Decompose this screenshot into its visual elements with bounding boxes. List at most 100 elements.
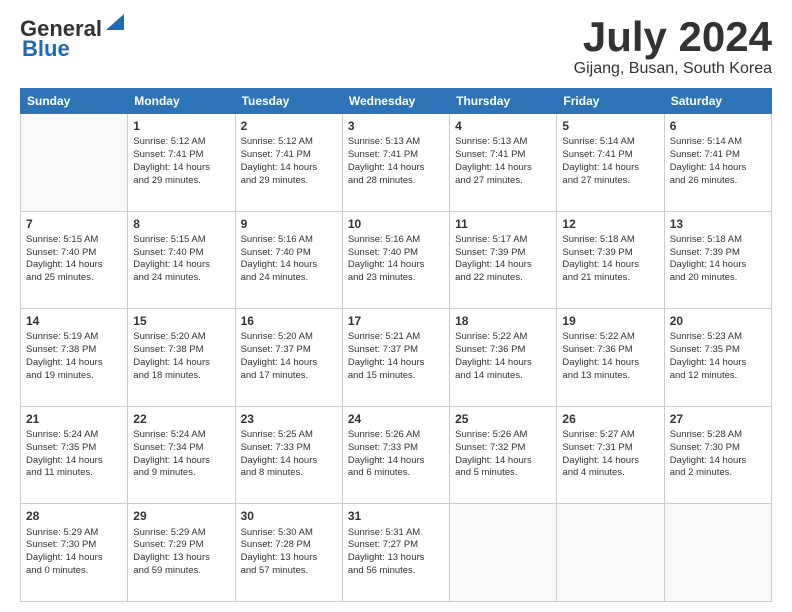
day-number: 7 <box>26 216 122 232</box>
day-info: Sunset: 7:28 PM <box>241 539 337 552</box>
table-row <box>21 114 128 212</box>
day-info: Sunrise: 5:22 AM <box>562 331 658 344</box>
day-info: Sunset: 7:29 PM <box>133 539 229 552</box>
day-info: Daylight: 14 hours <box>348 455 444 468</box>
day-info: Sunrise: 5:24 AM <box>133 429 229 442</box>
day-info: Sunrise: 5:30 AM <box>241 527 337 540</box>
day-info: Sunrise: 5:22 AM <box>455 331 551 344</box>
day-info: Daylight: 14 hours <box>241 259 337 272</box>
day-number: 13 <box>670 216 766 232</box>
table-row: 9Sunrise: 5:16 AMSunset: 7:40 PMDaylight… <box>235 211 342 309</box>
col-sunday: Sunday <box>21 89 128 114</box>
day-info: Sunrise: 5:12 AM <box>241 136 337 149</box>
table-row: 7Sunrise: 5:15 AMSunset: 7:40 PMDaylight… <box>21 211 128 309</box>
day-info: Sunrise: 5:17 AM <box>455 234 551 247</box>
table-row: 8Sunrise: 5:15 AMSunset: 7:40 PMDaylight… <box>128 211 235 309</box>
day-info: Sunrise: 5:21 AM <box>348 331 444 344</box>
col-wednesday: Wednesday <box>342 89 449 114</box>
day-info: and 8 minutes. <box>241 467 337 480</box>
day-info: Sunrise: 5:14 AM <box>562 136 658 149</box>
day-info: Sunrise: 5:13 AM <box>455 136 551 149</box>
day-info: Sunset: 7:38 PM <box>133 344 229 357</box>
day-info: Sunrise: 5:26 AM <box>348 429 444 442</box>
day-number: 11 <box>455 216 551 232</box>
day-number: 1 <box>133 118 229 134</box>
day-info: Daylight: 14 hours <box>133 162 229 175</box>
table-row: 31Sunrise: 5:31 AMSunset: 7:27 PMDayligh… <box>342 504 449 602</box>
day-info: Sunrise: 5:31 AM <box>348 527 444 540</box>
col-thursday: Thursday <box>450 89 557 114</box>
day-info: Sunset: 7:41 PM <box>348 149 444 162</box>
day-info: and 21 minutes. <box>562 272 658 285</box>
table-row <box>557 504 664 602</box>
day-number: 20 <box>670 313 766 329</box>
table-row: 18Sunrise: 5:22 AMSunset: 7:36 PMDayligh… <box>450 309 557 407</box>
day-info: and 56 minutes. <box>348 565 444 578</box>
day-info: Daylight: 14 hours <box>670 259 766 272</box>
day-info: and 24 minutes. <box>133 272 229 285</box>
day-info: Sunset: 7:36 PM <box>562 344 658 357</box>
day-info: Daylight: 14 hours <box>455 455 551 468</box>
day-number: 27 <box>670 411 766 427</box>
day-info: Sunset: 7:39 PM <box>455 247 551 260</box>
table-row: 11Sunrise: 5:17 AMSunset: 7:39 PMDayligh… <box>450 211 557 309</box>
day-info: Sunset: 7:36 PM <box>455 344 551 357</box>
day-info: Daylight: 14 hours <box>26 259 122 272</box>
day-info: Sunrise: 5:25 AM <box>241 429 337 442</box>
page: General Blue July 2024 Gijang, Busan, So… <box>0 0 792 612</box>
day-number: 24 <box>348 411 444 427</box>
calendar-week-row: 7Sunrise: 5:15 AMSunset: 7:40 PMDaylight… <box>21 211 772 309</box>
day-info: and 5 minutes. <box>455 467 551 480</box>
day-info: Daylight: 14 hours <box>348 259 444 272</box>
table-row: 24 Sunrise: 5:26 AMSunset: 7:33 PMDayligh… <box>342 406 449 504</box>
table-row: 17Sunrise: 5:21 AMSunset: 7:37 PMDayligh… <box>342 309 449 407</box>
day-info: Sunrise: 5:14 AM <box>670 136 766 149</box>
logo-blue: Blue <box>22 36 70 62</box>
day-info: and 4 minutes. <box>562 467 658 480</box>
day-info: and 22 minutes. <box>455 272 551 285</box>
logo: General Blue <box>20 16 126 62</box>
day-number: 31 <box>348 508 444 524</box>
day-info: Daylight: 14 hours <box>133 357 229 370</box>
day-info: and 25 minutes. <box>26 272 122 285</box>
day-info: Sunrise: 5:27 AM <box>562 429 658 442</box>
day-info: Daylight: 14 hours <box>670 357 766 370</box>
day-info: and 20 minutes. <box>670 272 766 285</box>
day-info: Sunset: 7:33 PM <box>348 442 444 455</box>
day-info: Sunset: 7:35 PM <box>26 442 122 455</box>
day-number: 26 <box>562 411 658 427</box>
day-number: 29 <box>133 508 229 524</box>
day-info: Sunrise: 5:24 AM <box>26 429 122 442</box>
day-info: Sunrise: 5:20 AM <box>133 331 229 344</box>
day-info: Sunrise: 5:15 AM <box>133 234 229 247</box>
day-info: Sunrise: 5:23 AM <box>670 331 766 344</box>
day-info: Sunset: 7:41 PM <box>670 149 766 162</box>
day-number: 18 <box>455 313 551 329</box>
day-info: and 29 minutes. <box>133 175 229 188</box>
table-row: 22Sunrise: 5:24 AMSunset: 7:34 PMDayligh… <box>128 406 235 504</box>
day-number: 22 <box>133 411 229 427</box>
day-number: 28 <box>26 508 122 524</box>
day-info: and 23 minutes. <box>348 272 444 285</box>
day-number: 25 <box>455 411 551 427</box>
day-info: Daylight: 14 hours <box>562 455 658 468</box>
day-info: Sunrise: 5:29 AM <box>26 527 122 540</box>
day-info: Sunset: 7:30 PM <box>670 442 766 455</box>
day-info: Sunset: 7:40 PM <box>348 247 444 260</box>
day-info: Sunset: 7:41 PM <box>562 149 658 162</box>
day-info: Sunset: 7:39 PM <box>562 247 658 260</box>
calendar-week-row: 21Sunrise: 5:24 AMSunset: 7:35 PMDayligh… <box>21 406 772 504</box>
title-block: July 2024 Gijang, Busan, South Korea <box>574 16 772 78</box>
day-info: Sunrise: 5:28 AM <box>670 429 766 442</box>
table-row: 26Sunrise: 5:27 AMSunset: 7:31 PMDayligh… <box>557 406 664 504</box>
day-info: Sunset: 7:41 PM <box>241 149 337 162</box>
day-info: Sunrise: 5:29 AM <box>133 527 229 540</box>
calendar-week-row: 1Sunrise: 5:12 AMSunset: 7:41 PMDaylight… <box>21 114 772 212</box>
table-row: 30Sunrise: 5:30 AMSunset: 7:28 PMDayligh… <box>235 504 342 602</box>
table-row: 15Sunrise: 5:20 AMSunset: 7:38 PMDayligh… <box>128 309 235 407</box>
table-row: 12Sunrise: 5:18 AMSunset: 7:39 PMDayligh… <box>557 211 664 309</box>
table-row: 2Sunrise: 5:12 AMSunset: 7:41 PMDaylight… <box>235 114 342 212</box>
day-info: and 12 minutes. <box>670 370 766 383</box>
day-info: and 15 minutes. <box>348 370 444 383</box>
day-info: Sunrise: 5:20 AM <box>241 331 337 344</box>
